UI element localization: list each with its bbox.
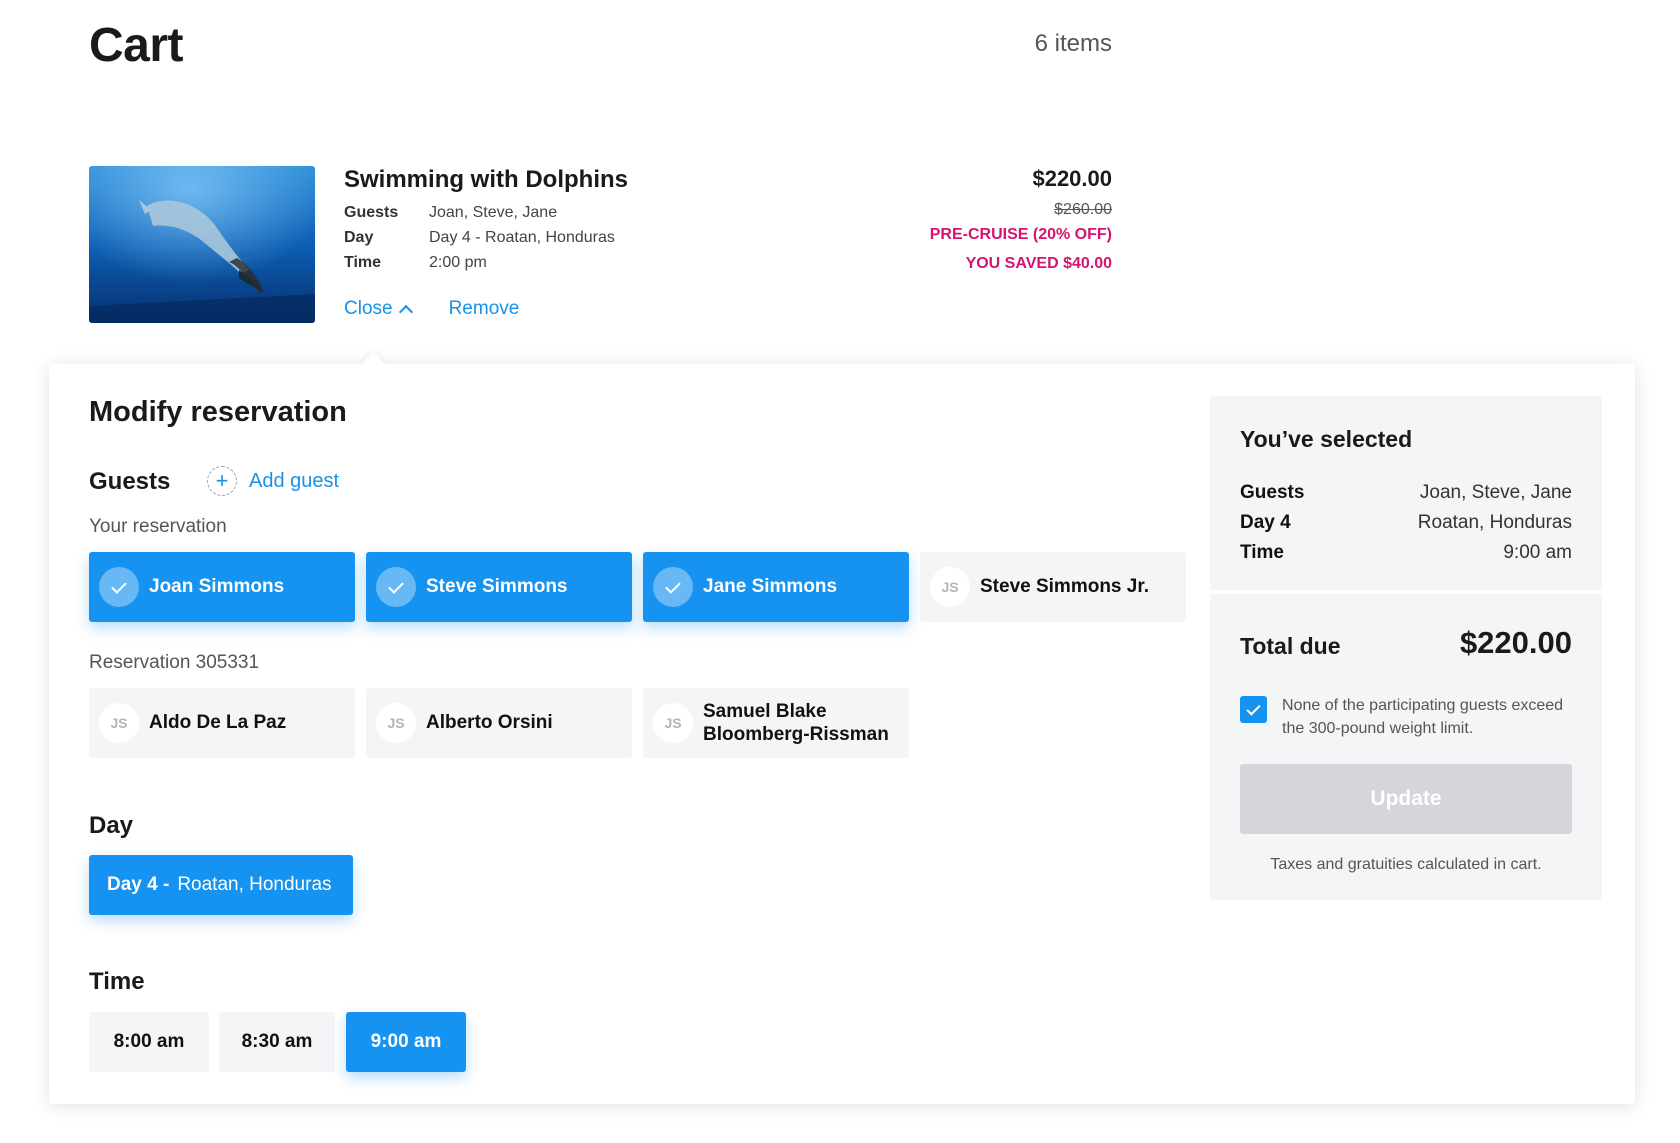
check-icon	[99, 567, 139, 607]
guest-name: Steve Simmons Jr.	[980, 576, 1149, 597]
savings-label: YOU SAVED $40.00	[965, 255, 1112, 272]
detail-key: Day	[344, 229, 374, 246]
cart-item-count: 6 items	[1034, 30, 1112, 57]
guest-chip-alberto[interactable]: JS Alberto Orsini	[366, 688, 632, 758]
time-option-8-30[interactable]: 8:30 am	[219, 1012, 335, 1072]
summary-value: Roatan, Honduras	[1417, 512, 1572, 533]
day-option-day-4[interactable]: Day 4 - Roatan, Honduras	[89, 855, 353, 915]
summary-value: 9:00 am	[1503, 542, 1572, 563]
detail-value: Joan, Steve, Jane	[429, 204, 558, 221]
selection-summary: You’ve selected Guests Joan, Steve, Jane…	[1210, 396, 1602, 900]
summary-total-box: Total due $220.00 None of the participat…	[1210, 594, 1602, 900]
guest-chip-samuel[interactable]: JS Samuel Blake Bloomberg-Rissman	[643, 688, 909, 758]
detail-key: Guests	[344, 204, 399, 221]
time-option-9-00[interactable]: 9:00 am	[346, 1012, 466, 1072]
chevron-up-icon	[398, 304, 413, 320]
summary-row-time: Time 9:00 am	[1240, 542, 1572, 564]
time-option-8-00[interactable]: 8:00 am	[89, 1012, 209, 1072]
guest-initials-avatar: JS	[930, 567, 970, 607]
remove-link[interactable]: Remove	[449, 298, 520, 320]
price-original: $260.00	[1054, 201, 1112, 218]
guest-initials-avatar: JS	[99, 703, 139, 743]
time-heading: Time	[89, 968, 145, 995]
weight-agreement: None of the participating guests exceed …	[1240, 694, 1572, 740]
close-link[interactable]: Close	[344, 298, 413, 320]
tax-note: Taxes and gratuities calculated in cart.	[1270, 856, 1542, 873]
item-info: Swimming with Dolphins Guests Joan, Stev…	[344, 166, 628, 275]
item-price-block: $220.00 $260.00 PRE-CRUISE (20% OFF) YOU…	[930, 166, 1112, 280]
item-detail-guests: Guests Joan, Steve, Jane	[344, 200, 628, 225]
detail-value: 2:00 pm	[429, 254, 487, 271]
total-due-value: $220.00	[1459, 625, 1572, 660]
summary-row-guests: Guests Joan, Steve, Jane	[1240, 482, 1572, 504]
guest-name: Alberto Orsini	[426, 712, 553, 733]
check-icon	[653, 567, 693, 607]
item-name: Swimming with Dolphins	[344, 166, 628, 193]
day-place: Roatan, Honduras	[177, 874, 332, 895]
guest-chip-jane[interactable]: Jane Simmons	[643, 552, 909, 622]
guest-initials-avatar: JS	[653, 703, 693, 743]
weight-agreement-text: None of the participating guests exceed …	[1282, 697, 1564, 737]
activity-image	[89, 166, 315, 323]
summary-title: You’ve selected	[1240, 426, 1413, 452]
guest-chip-steve[interactable]: Steve Simmons	[366, 552, 632, 622]
guest-name: Jane Simmons	[703, 576, 838, 597]
check-icon	[376, 567, 416, 607]
item-detail-day: Day Day 4 - Roatan, Honduras	[344, 225, 628, 250]
your-reservation-label: Your reservation	[89, 516, 227, 537]
summary-value: Joan, Steve, Jane	[1419, 482, 1572, 503]
summary-selected-box: You’ve selected Guests Joan, Steve, Jane…	[1210, 396, 1602, 590]
summary-key: Guests	[1240, 482, 1305, 503]
guest-chip-aldo[interactable]: JS Aldo De La Paz	[89, 688, 355, 758]
promo-label: PRE-CRUISE (20% OFF)	[929, 226, 1112, 243]
guest-name: Steve Simmons	[426, 576, 568, 597]
guest-chip-joan[interactable]: Joan Simmons	[89, 552, 355, 622]
item-detail-time: Time 2:00 pm	[344, 250, 628, 275]
plus-icon: +	[207, 466, 237, 496]
add-guest-label: Add guest	[249, 469, 340, 492]
guest-initials-avatar: JS	[376, 703, 416, 743]
summary-key: Day 4	[1240, 512, 1291, 533]
guest-name: Joan Simmons	[149, 576, 285, 597]
guest-name: Samuel Blake Bloomberg-Rissman	[703, 700, 889, 746]
add-guest-button[interactable]: + Add guest	[207, 466, 339, 496]
cart-item: Swimming with Dolphins Guests Joan, Stev…	[89, 166, 1112, 326]
guests-heading: Guests	[89, 468, 171, 495]
summary-key: Time	[1240, 542, 1285, 563]
total-due-label: Total due	[1240, 633, 1341, 659]
other-reservation-label: Reservation 305331	[89, 652, 260, 673]
guest-chip-steve-jr[interactable]: JS Steve Simmons Jr.	[920, 552, 1186, 622]
guest-name: Aldo De La Paz	[149, 712, 287, 733]
update-button[interactable]: Update	[1240, 764, 1572, 834]
modify-title: Modify reservation	[89, 396, 347, 428]
cart-title: Cart	[89, 19, 184, 72]
guest-name-line1: Samuel Blake	[703, 701, 827, 722]
item-actions: Close Remove	[344, 298, 519, 320]
summary-row-day: Day 4 Roatan, Honduras	[1240, 512, 1572, 534]
close-label: Close	[344, 298, 393, 319]
check-icon	[1246, 700, 1261, 716]
weight-agreement-checkbox[interactable]	[1240, 696, 1267, 723]
price-current: $220.00	[1032, 166, 1112, 191]
day-number: Day 4 -	[107, 874, 170, 895]
detail-value: Day 4 - Roatan, Honduras	[429, 229, 615, 246]
detail-key: Time	[344, 254, 382, 271]
guest-name-line2: Bloomberg-Rissman	[703, 724, 889, 745]
day-heading: Day	[89, 812, 134, 839]
modify-panel: Modify reservation Guests + Add guest Yo…	[49, 364, 1635, 1104]
